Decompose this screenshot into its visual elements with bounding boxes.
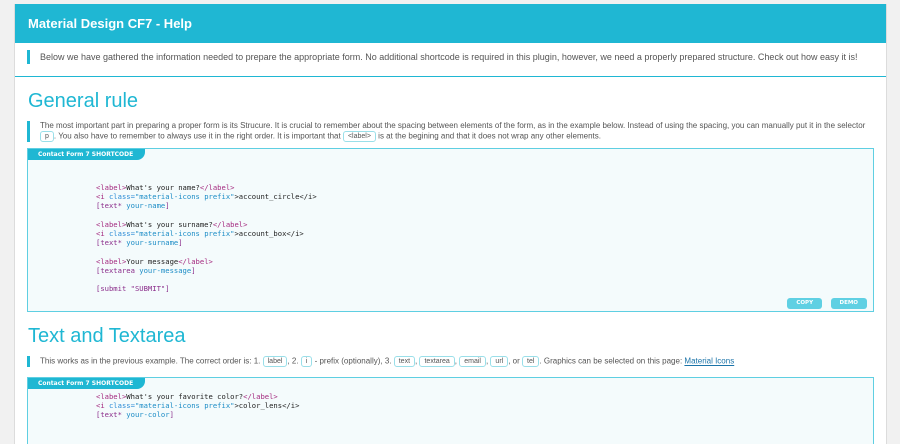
code-tag-text: text — [393, 356, 416, 367]
shortcode-box-general: Contact Form 7 SHORTCODE <label>What's y… — [27, 148, 874, 312]
code-tag-i: i — [300, 356, 313, 367]
code-tag-url: url — [490, 356, 509, 367]
shortcode-box-text: Contact Form 7 SHORTCODE <label>What's y… — [27, 377, 874, 444]
page-header: Material Design CF7 - Help — [15, 4, 886, 43]
shortcode-actions: COPY DEMO — [783, 291, 867, 309]
divider — [15, 76, 886, 77]
material-icons-link[interactable]: Material Icons — [684, 357, 734, 366]
general-rule-description: The most important part in preparing a p… — [27, 121, 873, 142]
shortcode-code[interactable]: <label>What's your favorite color?</labe… — [96, 392, 299, 420]
code-tag-textarea: textarea — [419, 356, 455, 367]
code-tag-p: p — [40, 131, 54, 142]
shortcode-box-tab: Contact Form 7 SHORTCODE — [28, 149, 146, 160]
help-page: Material Design CF7 - Help Below we have… — [14, 4, 887, 444]
intro-note: Below we have gathered the information n… — [27, 50, 873, 64]
copy-button[interactable]: COPY — [787, 298, 823, 309]
shortcode-code[interactable]: <label>What's your name?</label> <i clas… — [96, 183, 317, 293]
code-tag-label: <label> — [342, 131, 376, 142]
section-title-general-rule: General rule — [28, 90, 139, 112]
code-tag-label: label — [262, 356, 288, 367]
page-title: Material Design CF7 - Help — [28, 16, 192, 31]
section-title-text-textarea: Text and Textarea — [28, 325, 186, 347]
text-textarea-description: This works as in the previous example. T… — [27, 356, 873, 367]
code-tag-email: email — [459, 356, 486, 367]
code-tag-tel: tel — [522, 356, 540, 367]
shortcode-box-tab: Contact Form 7 SHORTCODE — [28, 378, 146, 389]
demo-button[interactable]: DEMO — [830, 298, 867, 309]
